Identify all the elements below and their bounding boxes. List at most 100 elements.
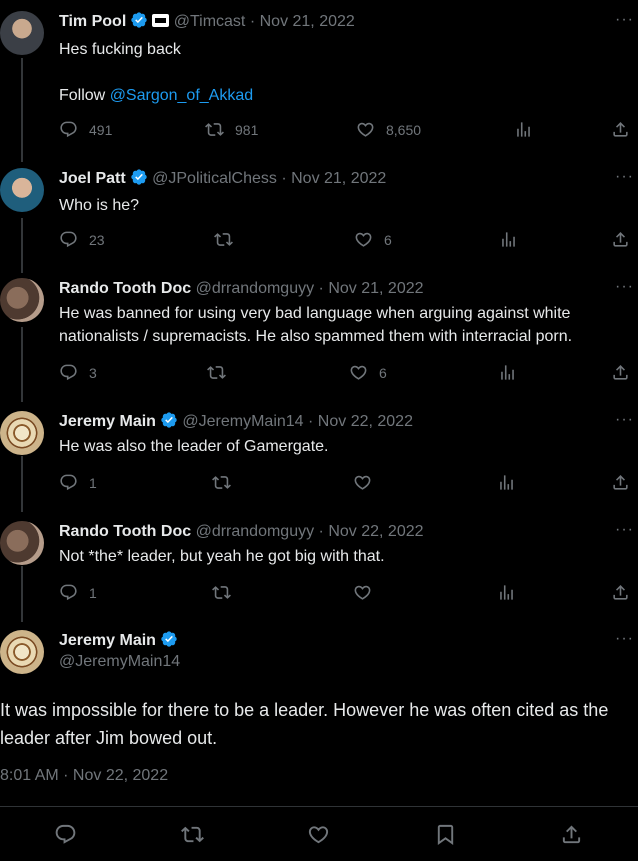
- views-button[interactable]: [497, 583, 516, 602]
- retweet-icon: [207, 363, 226, 382]
- share-button[interactable]: [611, 583, 630, 602]
- avatar[interactable]: [0, 11, 44, 55]
- author-name[interactable]: Tim Pool: [59, 13, 126, 30]
- views-button[interactable]: [499, 230, 518, 249]
- like-icon: [307, 823, 330, 846]
- more-options-icon[interactable]: ···: [615, 278, 634, 296]
- tweet[interactable]: Rando Tooth Doc @drrandomguyy · Nov 22, …: [0, 521, 638, 611]
- reply-button[interactable]: 23: [59, 230, 105, 249]
- like-button[interactable]: [353, 473, 372, 492]
- tweet-text-line: Follow @Sargon_of_Akkad: [59, 84, 619, 107]
- affiliate-badge-icon[interactable]: [152, 14, 170, 27]
- retweet-icon: [205, 120, 224, 139]
- tweet-date[interactable]: Nov 21, 2022: [328, 280, 423, 297]
- views-button[interactable]: [497, 473, 516, 492]
- like-button[interactable]: 8,650: [356, 120, 421, 139]
- reply-button[interactable]: 1: [59, 583, 97, 602]
- reply-button[interactable]: 1: [59, 473, 97, 492]
- views-icon: [514, 120, 533, 139]
- views-button[interactable]: [498, 363, 517, 382]
- tweet-date[interactable]: Nov 21, 2022: [260, 13, 355, 30]
- separator-dot: ·: [308, 413, 314, 430]
- reply-icon: [54, 823, 77, 846]
- reply-icon: [59, 583, 78, 602]
- like-count: 6: [384, 231, 392, 248]
- reply-icon: [59, 230, 78, 249]
- focus-timestamp[interactable]: 8:01 AM · Nov 22, 2022: [0, 767, 168, 785]
- tweet[interactable]: Jeremy Main @JeremyMain14 · Nov 22, 2022…: [0, 411, 638, 501]
- share-icon: [611, 473, 630, 492]
- share-button[interactable]: [611, 120, 630, 139]
- author-handle[interactable]: @Timcast: [174, 13, 246, 30]
- avatar[interactable]: [0, 278, 44, 322]
- avatar[interactable]: [0, 630, 44, 674]
- tweet-text: Not *the* leader, but yeah he got big wi…: [59, 548, 385, 565]
- tweet-actions: 1: [59, 473, 634, 493]
- author-name[interactable]: Joel Patt: [59, 170, 126, 187]
- tweet-text: He was also the leader of Gamergate.: [59, 438, 329, 455]
- like-button[interactable]: [307, 823, 330, 851]
- retweet-button[interactable]: [212, 473, 231, 492]
- like-icon: [349, 363, 368, 382]
- reply-icon: [59, 473, 78, 492]
- more-options-icon[interactable]: ···: [615, 411, 634, 429]
- focus-author-handle[interactable]: @JeremyMain14: [59, 653, 180, 671]
- author-handle[interactable]: @JPoliticalChess: [152, 170, 277, 187]
- reply-button[interactable]: 491: [59, 120, 112, 139]
- tweet-header: Joel Patt @JPoliticalChess · Nov 21, 202…: [59, 168, 386, 190]
- author-name[interactable]: Rando Tooth Doc: [59, 280, 191, 297]
- more-options-icon[interactable]: ···: [615, 168, 634, 186]
- tweet[interactable]: Tim Pool @Timcast · Nov 21, 2022 ··· Hes…: [0, 11, 638, 146]
- verified-badge-icon: [130, 11, 148, 29]
- tweet-date[interactable]: Nov 22, 2022: [318, 413, 413, 430]
- bookmark-button[interactable]: [434, 823, 457, 851]
- more-options-icon[interactable]: ···: [615, 11, 634, 29]
- author-name[interactable]: Jeremy Main: [59, 413, 156, 430]
- share-icon: [611, 230, 630, 249]
- tweet[interactable]: Joel Patt @JPoliticalChess · Nov 21, 202…: [0, 168, 638, 258]
- author-handle[interactable]: @drrandomguyy: [196, 280, 315, 297]
- tweet-actions: 491 981 8,650: [59, 120, 634, 140]
- mention-link[interactable]: @Sargon_of_Akkad: [110, 87, 253, 104]
- author-handle[interactable]: @drrandomguyy: [196, 523, 315, 540]
- share-icon: [611, 363, 630, 382]
- share-button[interactable]: [611, 363, 630, 382]
- retweet-button[interactable]: [181, 823, 204, 851]
- separator-dot: ·: [318, 523, 324, 540]
- reply-count: 23: [89, 231, 105, 248]
- tweet-actions: 23 6: [59, 230, 634, 250]
- share-button[interactable]: [611, 230, 630, 249]
- bookmark-icon: [434, 823, 457, 846]
- tweet[interactable]: Rando Tooth Doc @drrandomguyy · Nov 21, …: [0, 278, 638, 388]
- focus-author-name[interactable]: Jeremy Main: [59, 630, 178, 650]
- like-button[interactable]: 6: [354, 230, 392, 249]
- author-handle[interactable]: @JeremyMain14: [182, 413, 303, 430]
- like-button[interactable]: 6: [349, 363, 387, 382]
- like-button[interactable]: [353, 583, 372, 602]
- more-options-icon[interactable]: ···: [615, 630, 634, 648]
- avatar[interactable]: [0, 411, 44, 455]
- share-icon: [611, 120, 630, 139]
- author-name[interactable]: Rando Tooth Doc: [59, 523, 191, 540]
- views-icon: [497, 473, 516, 492]
- tweet-header: Rando Tooth Doc @drrandomguyy · Nov 21, …: [59, 278, 424, 300]
- reply-icon: [59, 363, 78, 382]
- reply-button[interactable]: [54, 823, 77, 851]
- views-button[interactable]: [514, 120, 533, 139]
- tweet-date[interactable]: Nov 22, 2022: [328, 523, 423, 540]
- reply-button[interactable]: 3: [59, 363, 97, 382]
- retweet-button[interactable]: [214, 230, 233, 249]
- retweet-button[interactable]: 981: [205, 120, 258, 139]
- share-icon: [560, 823, 583, 846]
- more-options-icon[interactable]: ···: [615, 521, 634, 539]
- share-button[interactable]: [611, 473, 630, 492]
- like-icon: [353, 473, 372, 492]
- author-name[interactable]: Jeremy Main: [59, 632, 156, 649]
- share-button[interactable]: [560, 823, 583, 851]
- avatar[interactable]: [0, 521, 44, 565]
- retweet-button[interactable]: [212, 583, 231, 602]
- retweet-button[interactable]: [207, 363, 226, 382]
- tweet-date[interactable]: Nov 21, 2022: [291, 170, 386, 187]
- avatar[interactable]: [0, 168, 44, 212]
- like-icon: [354, 230, 373, 249]
